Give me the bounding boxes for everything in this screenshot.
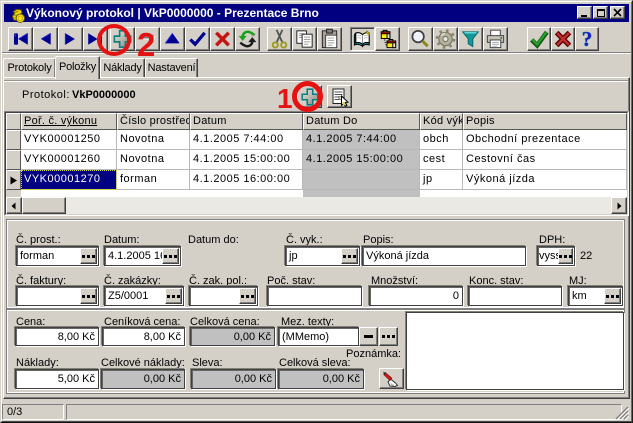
svg-text:?: ? bbox=[582, 27, 593, 51]
